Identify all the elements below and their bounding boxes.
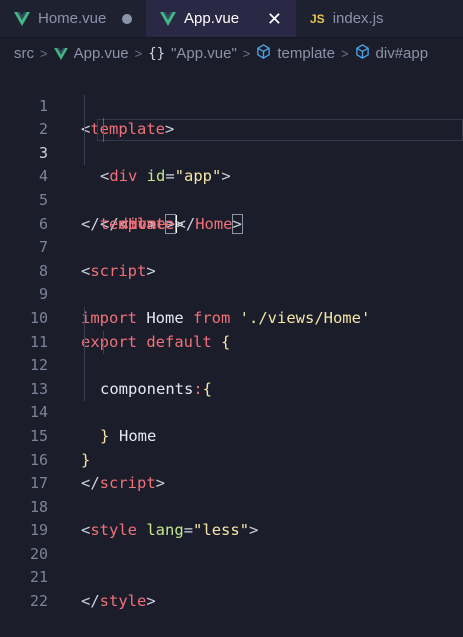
code-line: 4 </div> <box>0 141 463 233</box>
line-number: 22 <box>29 592 48 611</box>
code-line: 7 <script> <box>0 213 463 280</box>
code-line: 1 <template> <box>0 71 463 139</box>
breadcrumb-label: div#app <box>375 45 429 62</box>
tab-index-js[interactable]: JS index.js <box>296 0 463 37</box>
tab-label: App.vue <box>184 10 240 27</box>
code-line: 9 import Home from './views/Home' <box>0 260 463 327</box>
code-line: 8 <box>0 236 463 280</box>
code-line: 14 <box>0 377 463 421</box>
vue-icon <box>160 11 176 26</box>
code-line-current: 3 <Home></Home> <box>0 118 463 234</box>
editor-tab-bar: Home.vue App.vue ✕ JS index.js <box>0 0 463 38</box>
code-line: 10 export default { <box>0 283 463 351</box>
js-icon: JS <box>310 11 325 26</box>
code-line: 13 } <box>0 354 463 445</box>
code-token: > <box>146 592 156 611</box>
code-editor[interactable]: 1 <template> 2 <div id="app"> 3 <Home></… <box>0 69 463 610</box>
cube-icon <box>355 44 370 63</box>
chevron-right-icon: > <box>40 46 48 61</box>
chevron-right-icon: > <box>340 46 349 61</box>
tab-label: index.js <box>332 10 384 27</box>
code-line: 21 </style> <box>0 543 463 610</box>
tab-app-vue[interactable]: App.vue ✕ <box>146 0 296 37</box>
tab-home-vue[interactable]: Home.vue <box>0 0 146 37</box>
breadcrumb-label: "App.vue" <box>171 45 237 62</box>
code-line: 19 <box>0 496 463 539</box>
code-line: 17 <box>0 449 463 492</box>
code-line: 15 } <box>0 401 463 469</box>
code-line: 18 <style lang="less"> <box>0 472 463 540</box>
breadcrumb-component[interactable]: {} "App.vue" <box>148 45 237 62</box>
code-line: 2 <div id="app"> <box>0 94 463 185</box>
chevron-right-icon: > <box>134 46 143 61</box>
code-line: 6 <box>0 189 463 233</box>
cube-icon <box>256 44 271 63</box>
vue-icon <box>14 11 30 26</box>
breadcrumb-div[interactable]: div#app <box>355 44 429 63</box>
unsaved-dot-icon[interactable] <box>122 13 132 24</box>
vue-icon <box>53 47 68 60</box>
braces-icon: {} <box>148 45 166 62</box>
code-token: style <box>99 592 147 611</box>
code-line: 12 Home <box>0 330 463 445</box>
code-line: 5 </template> <box>0 165 463 233</box>
breadcrumb-file[interactable]: App.vue <box>53 45 129 62</box>
code-token: </ <box>81 592 100 611</box>
breadcrumb-src[interactable]: src <box>14 45 34 62</box>
breadcrumb-label: App.vue <box>73 45 129 62</box>
breadcrumb-label: src <box>14 45 34 62</box>
breadcrumb-template[interactable]: template <box>256 44 335 63</box>
close-icon[interactable]: ✕ <box>267 10 282 28</box>
code-line: 16 </script> <box>0 425 463 493</box>
code-line: 22 <box>0 566 463 610</box>
breadcrumb: src > App.vue > {} "App.vue" > template … <box>0 38 463 69</box>
code-line: 20 <box>0 519 463 563</box>
chevron-right-icon: > <box>242 46 251 61</box>
tab-label: Home.vue <box>38 10 107 27</box>
code-line: 11 components:{ <box>0 306 463 398</box>
breadcrumb-label: template <box>277 45 335 62</box>
